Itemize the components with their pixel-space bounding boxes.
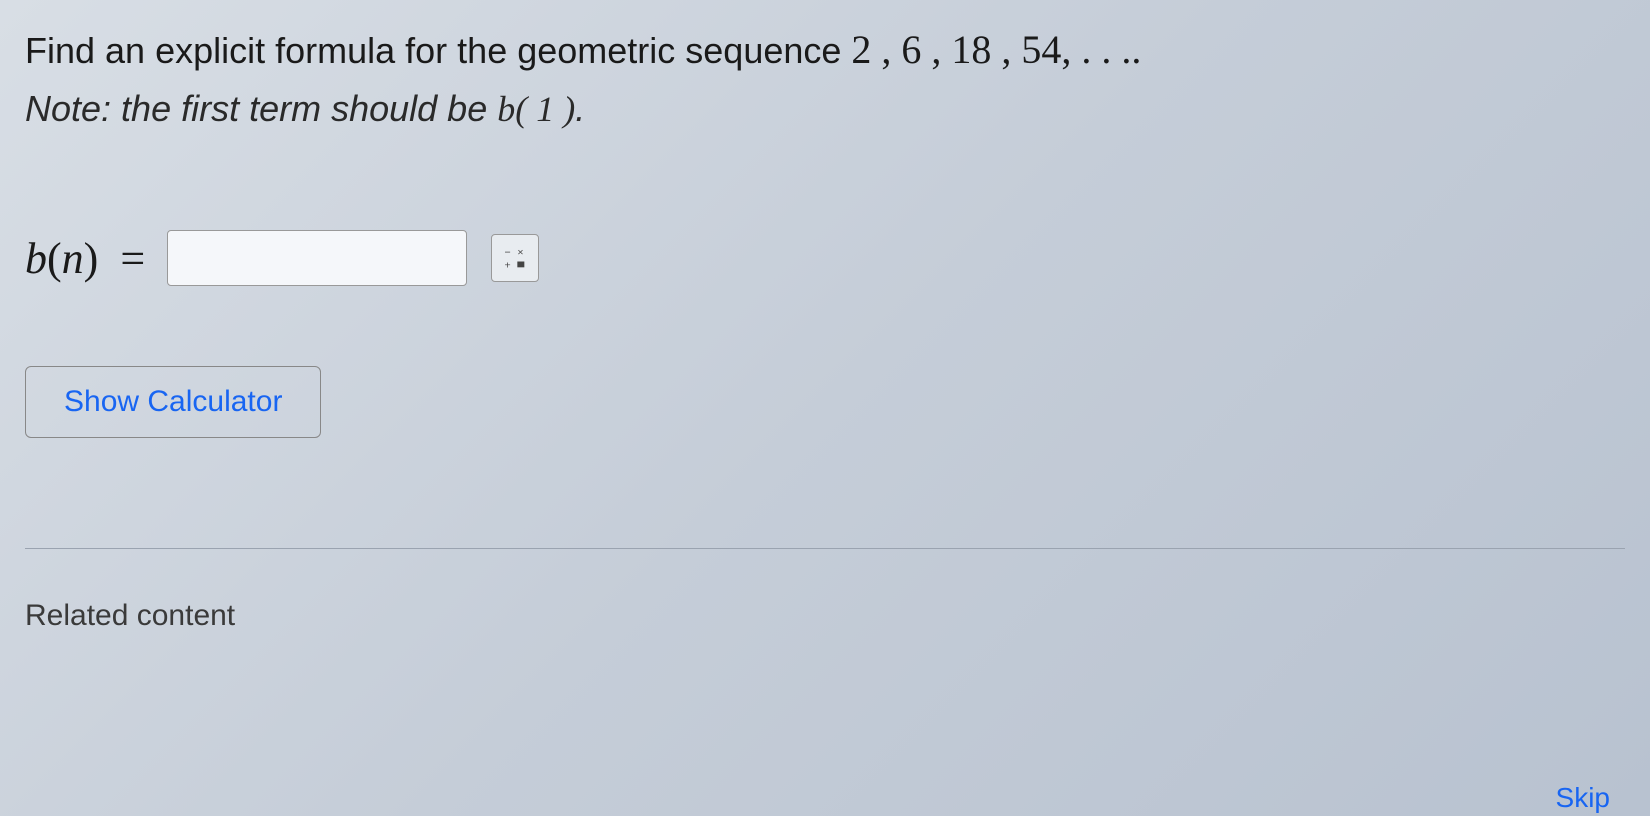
skip-link[interactable]: Skip [1556,782,1610,814]
related-content-heading: Related content [25,599,1625,633]
note-math: b( 1 ) [497,89,575,129]
svg-text:+: + [505,260,511,272]
section-divider [25,548,1625,549]
svg-text:×: × [517,247,523,259]
question-sequence: 2 , 6 , 18 , 54, . . .. [851,27,1141,72]
equals-sign: = [120,233,145,284]
question-note: Note: the first term should be b( 1 ). [25,88,1625,130]
svg-text:−: − [505,247,511,259]
formula-inner: n [62,234,84,283]
answer-input[interactable] [167,230,467,286]
question-text: Find an explicit formula for the geometr… [25,20,1625,80]
question-prefix: Find an explicit formula for the geometr… [25,30,851,71]
note-suffix: . [575,88,585,129]
show-calculator-button[interactable]: Show Calculator [25,366,321,438]
formula-var: b [25,234,47,283]
keypad-icon: − × + [501,244,529,272]
math-keypad-button[interactable]: − × + [491,234,539,282]
note-prefix: Note: the first term should be [25,88,497,129]
answer-row: b(n) = − × + [25,230,1625,286]
formula-label: b(n) [25,233,98,284]
